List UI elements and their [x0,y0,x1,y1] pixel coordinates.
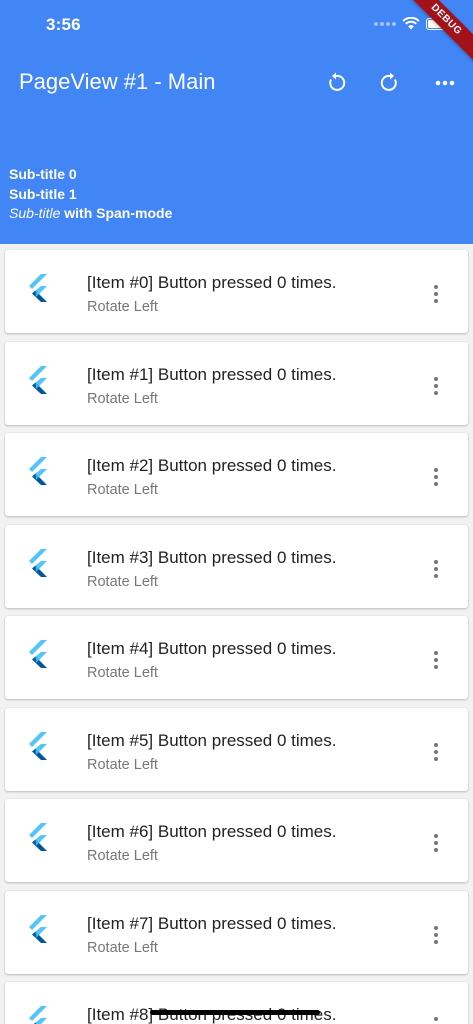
subtitle-line-1: Sub-title 0 [9,166,77,182]
flutter-logo-icon [29,365,47,394]
flutter-logo-icon [29,1006,47,1024]
list-item[interactable]: [Item #4] Button pressed 0 times. Rotate … [5,616,468,699]
more-vert-icon[interactable] [425,1014,447,1024]
rotate-right-button[interactable] [375,68,405,98]
status-time: 3:56 [46,15,81,34]
rotate-left-icon [329,72,346,91]
item-title: [Item #3] Button pressed 0 times. [87,547,337,567]
item-subtitle: Rotate Left [87,939,158,956]
item-title: [Item #2] Button pressed 0 times. [87,456,337,475]
more-vert-icon[interactable] [425,374,447,398]
more-vert-icon[interactable] [425,282,447,306]
more-vert-icon[interactable] [425,557,447,581]
subtitle-bold-span: with Span-mode [60,205,173,221]
flutter-logo-icon [29,548,47,577]
more-vert-icon[interactable] [425,740,447,764]
item-subtitle: Rotate Left [87,482,158,498]
subtitle-line-3: Sub-title with Span-mode [9,204,172,224]
item-subtitle: Rotate Left [87,848,158,864]
subtitle-line-2: Sub-title 1 [9,185,77,202]
list-item[interactable]: [Item #2] Button pressed 0 times. Rotate … [5,433,468,516]
list-item[interactable]: [Item #0] Button pressed 0 times. Rotate … [5,250,468,333]
flutter-logo-icon [29,640,47,668]
rotate-right-icon [380,72,397,91]
more-options-button[interactable] [430,68,460,98]
flutter-logo-icon [29,731,47,760]
item-title: [Item #6] Button pressed 0 times. [87,822,337,841]
item-title: [Item #4] Button pressed 0 times. [87,639,337,658]
item-title: [Item #1] Button pressed 0 times. [87,364,337,384]
item-title: [Item #7] Button pressed 0 times. [87,913,337,933]
flutter-logo-icon [29,457,47,485]
rotate-left-button[interactable] [321,68,351,98]
subtitle-italic-span: Sub-title [9,205,61,221]
wifi-icon [402,17,420,30]
flutter-logo-icon [29,274,47,302]
list-item[interactable]: [Item #8] Button pressed 0 times.Rotate … [5,982,468,1024]
list-item[interactable]: [Item #7] Button pressed 0 times. Rotate … [5,890,468,974]
list-item[interactable]: [Item #5] Button pressed 0 times. Rotate … [5,707,468,791]
flutter-logo-icon [29,914,47,943]
subtitle-block: Sub-title 0 Sub-title 1 Sub-title with S… [9,165,172,224]
item-subtitle: Rotate Left [87,573,158,590]
strike-line [150,1010,320,1015]
more-vert-icon[interactable] [425,648,447,672]
more-vert-icon[interactable] [425,831,447,855]
list-item[interactable]: [Item #1] Button pressed 0 times. Rotate … [5,341,468,425]
list-item[interactable]: [Item #6] Button pressed 0 times. Rotate … [5,799,468,882]
signal-icon [374,21,396,26]
list-item[interactable]: [Item #3] Button pressed 0 times. Rotate … [5,524,468,608]
app-bar: 3:56 DEBUG PageView #1 - Main Sub-title … [0,0,473,244]
debug-banner: DEBUG [400,0,473,66]
more-vert-icon[interactable] [425,923,447,947]
item-subtitle: Rotate Left [87,299,158,315]
item-subtitle: Rotate Left [87,390,158,407]
more-vert-icon[interactable] [425,465,447,489]
flutter-logo-icon [29,823,47,851]
item-title: [Item #5] Button pressed 0 times. [87,730,337,750]
page-title: PageView #1 - Main [19,69,216,94]
item-subtitle: Rotate Left [87,756,158,773]
item-title: [Item #0] Button pressed 0 times. [87,273,337,292]
item-subtitle: Rotate Left [87,665,158,681]
more-horiz-icon [435,80,455,86]
